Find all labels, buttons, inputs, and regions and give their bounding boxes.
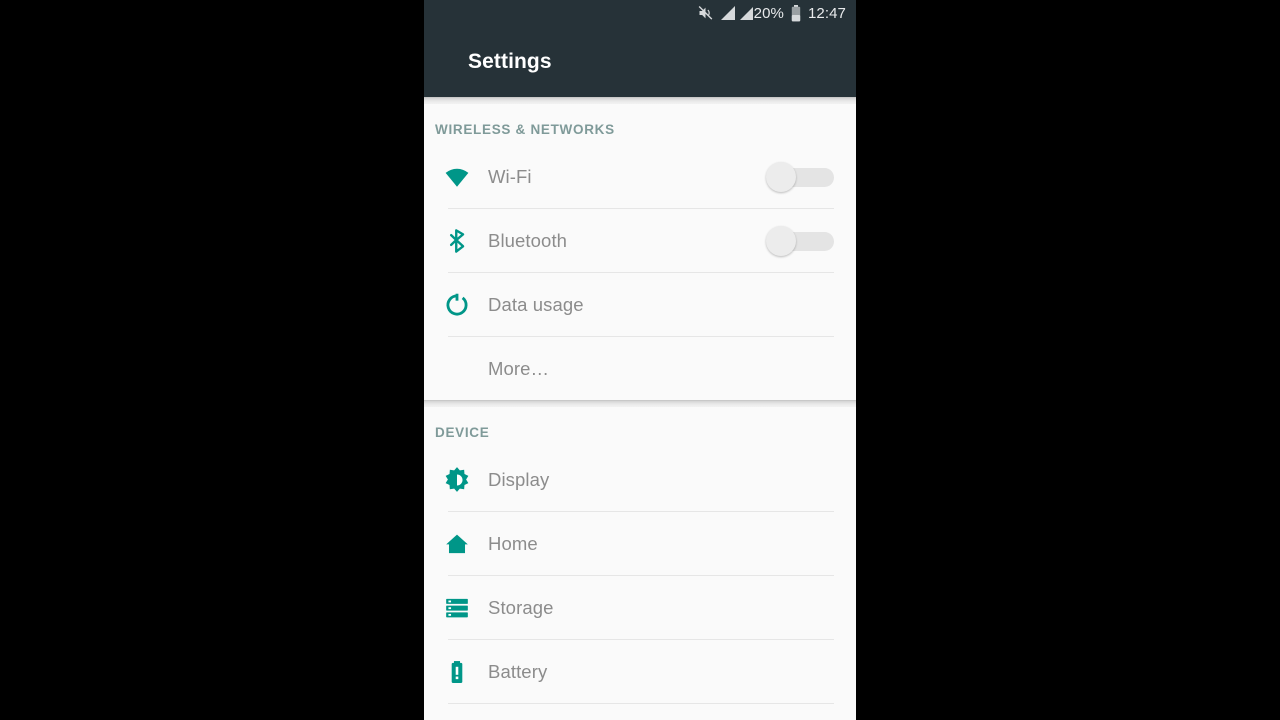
settings-row-label-bluetooth: Bluetooth: [488, 229, 568, 251]
bluetooth-toggle-thumb: [766, 225, 796, 256]
app-bar: Settings: [424, 26, 856, 97]
page-title: Settings: [468, 49, 552, 73]
home-icon: [435, 522, 479, 566]
settings-row-wifi[interactable]: Wi-Fi: [424, 145, 856, 208]
brightness-icon: [435, 458, 479, 502]
settings-row-storage[interactable]: Storage: [424, 576, 856, 639]
settings-row-label-display: Display: [488, 468, 550, 490]
status-bar: 20% 12:47: [424, 0, 856, 26]
settings-row-label-battery: Battery: [488, 660, 548, 682]
signal-bars-icon-1: [720, 6, 735, 20]
settings-row-label-wifi: Wi-Fi: [488, 165, 532, 187]
section-device: DEVICE Display Home Storage Battery: [424, 407, 856, 704]
bluetooth-icon: [435, 219, 479, 263]
clock-label: 12:47: [808, 6, 846, 21]
section-wireless-networks: WIRELESS & NETWORKS Wi-Fi Bluetooth Data…: [424, 104, 856, 400]
settings-row-label-data-usage: Data usage: [488, 293, 584, 315]
data-usage-icon: [435, 283, 479, 327]
wifi-icon: [435, 155, 479, 199]
screen: 20% 12:47 Settings WIRELESS & NETWORKS W…: [0, 0, 1280, 720]
settings-row-label-storage: Storage: [488, 596, 554, 618]
settings-row-label-more: More…: [488, 357, 550, 379]
phone-viewport: 20% 12:47 Settings WIRELESS & NETWORKS W…: [424, 0, 856, 720]
settings-row-data-usage[interactable]: Data usage: [424, 273, 856, 336]
settings-row-battery[interactable]: Battery: [424, 640, 856, 703]
settings-row-bluetooth[interactable]: Bluetooth: [424, 209, 856, 272]
battery-percent-text: 20%: [753, 4, 784, 22]
section-divider-device: [424, 400, 856, 407]
battery-icon: [791, 4, 801, 22]
section-header-wireless: WIRELESS & NETWORKS: [435, 122, 615, 137]
bluetooth-toggle-switch[interactable]: [766, 225, 834, 256]
settings-row-label-home: Home: [488, 532, 538, 554]
settings-row-home[interactable]: Home: [424, 512, 856, 575]
section-header-device: DEVICE: [435, 425, 490, 440]
row-divider: [448, 703, 834, 704]
signal-bars-icon-2: [739, 6, 753, 20]
battery-icon: [435, 650, 479, 694]
volume-mute-icon: [697, 5, 714, 21]
storage-icon: [435, 586, 479, 630]
settings-row-more[interactable]: More…: [424, 337, 856, 400]
clock-text: 12:47: [807, 4, 846, 22]
wifi-toggle-switch[interactable]: [766, 161, 834, 192]
battery-percent-label: 20%: [754, 6, 784, 21]
settings-row-display[interactable]: Display: [424, 448, 856, 511]
wifi-toggle-thumb: [766, 161, 796, 192]
section-divider-top: [424, 97, 856, 104]
